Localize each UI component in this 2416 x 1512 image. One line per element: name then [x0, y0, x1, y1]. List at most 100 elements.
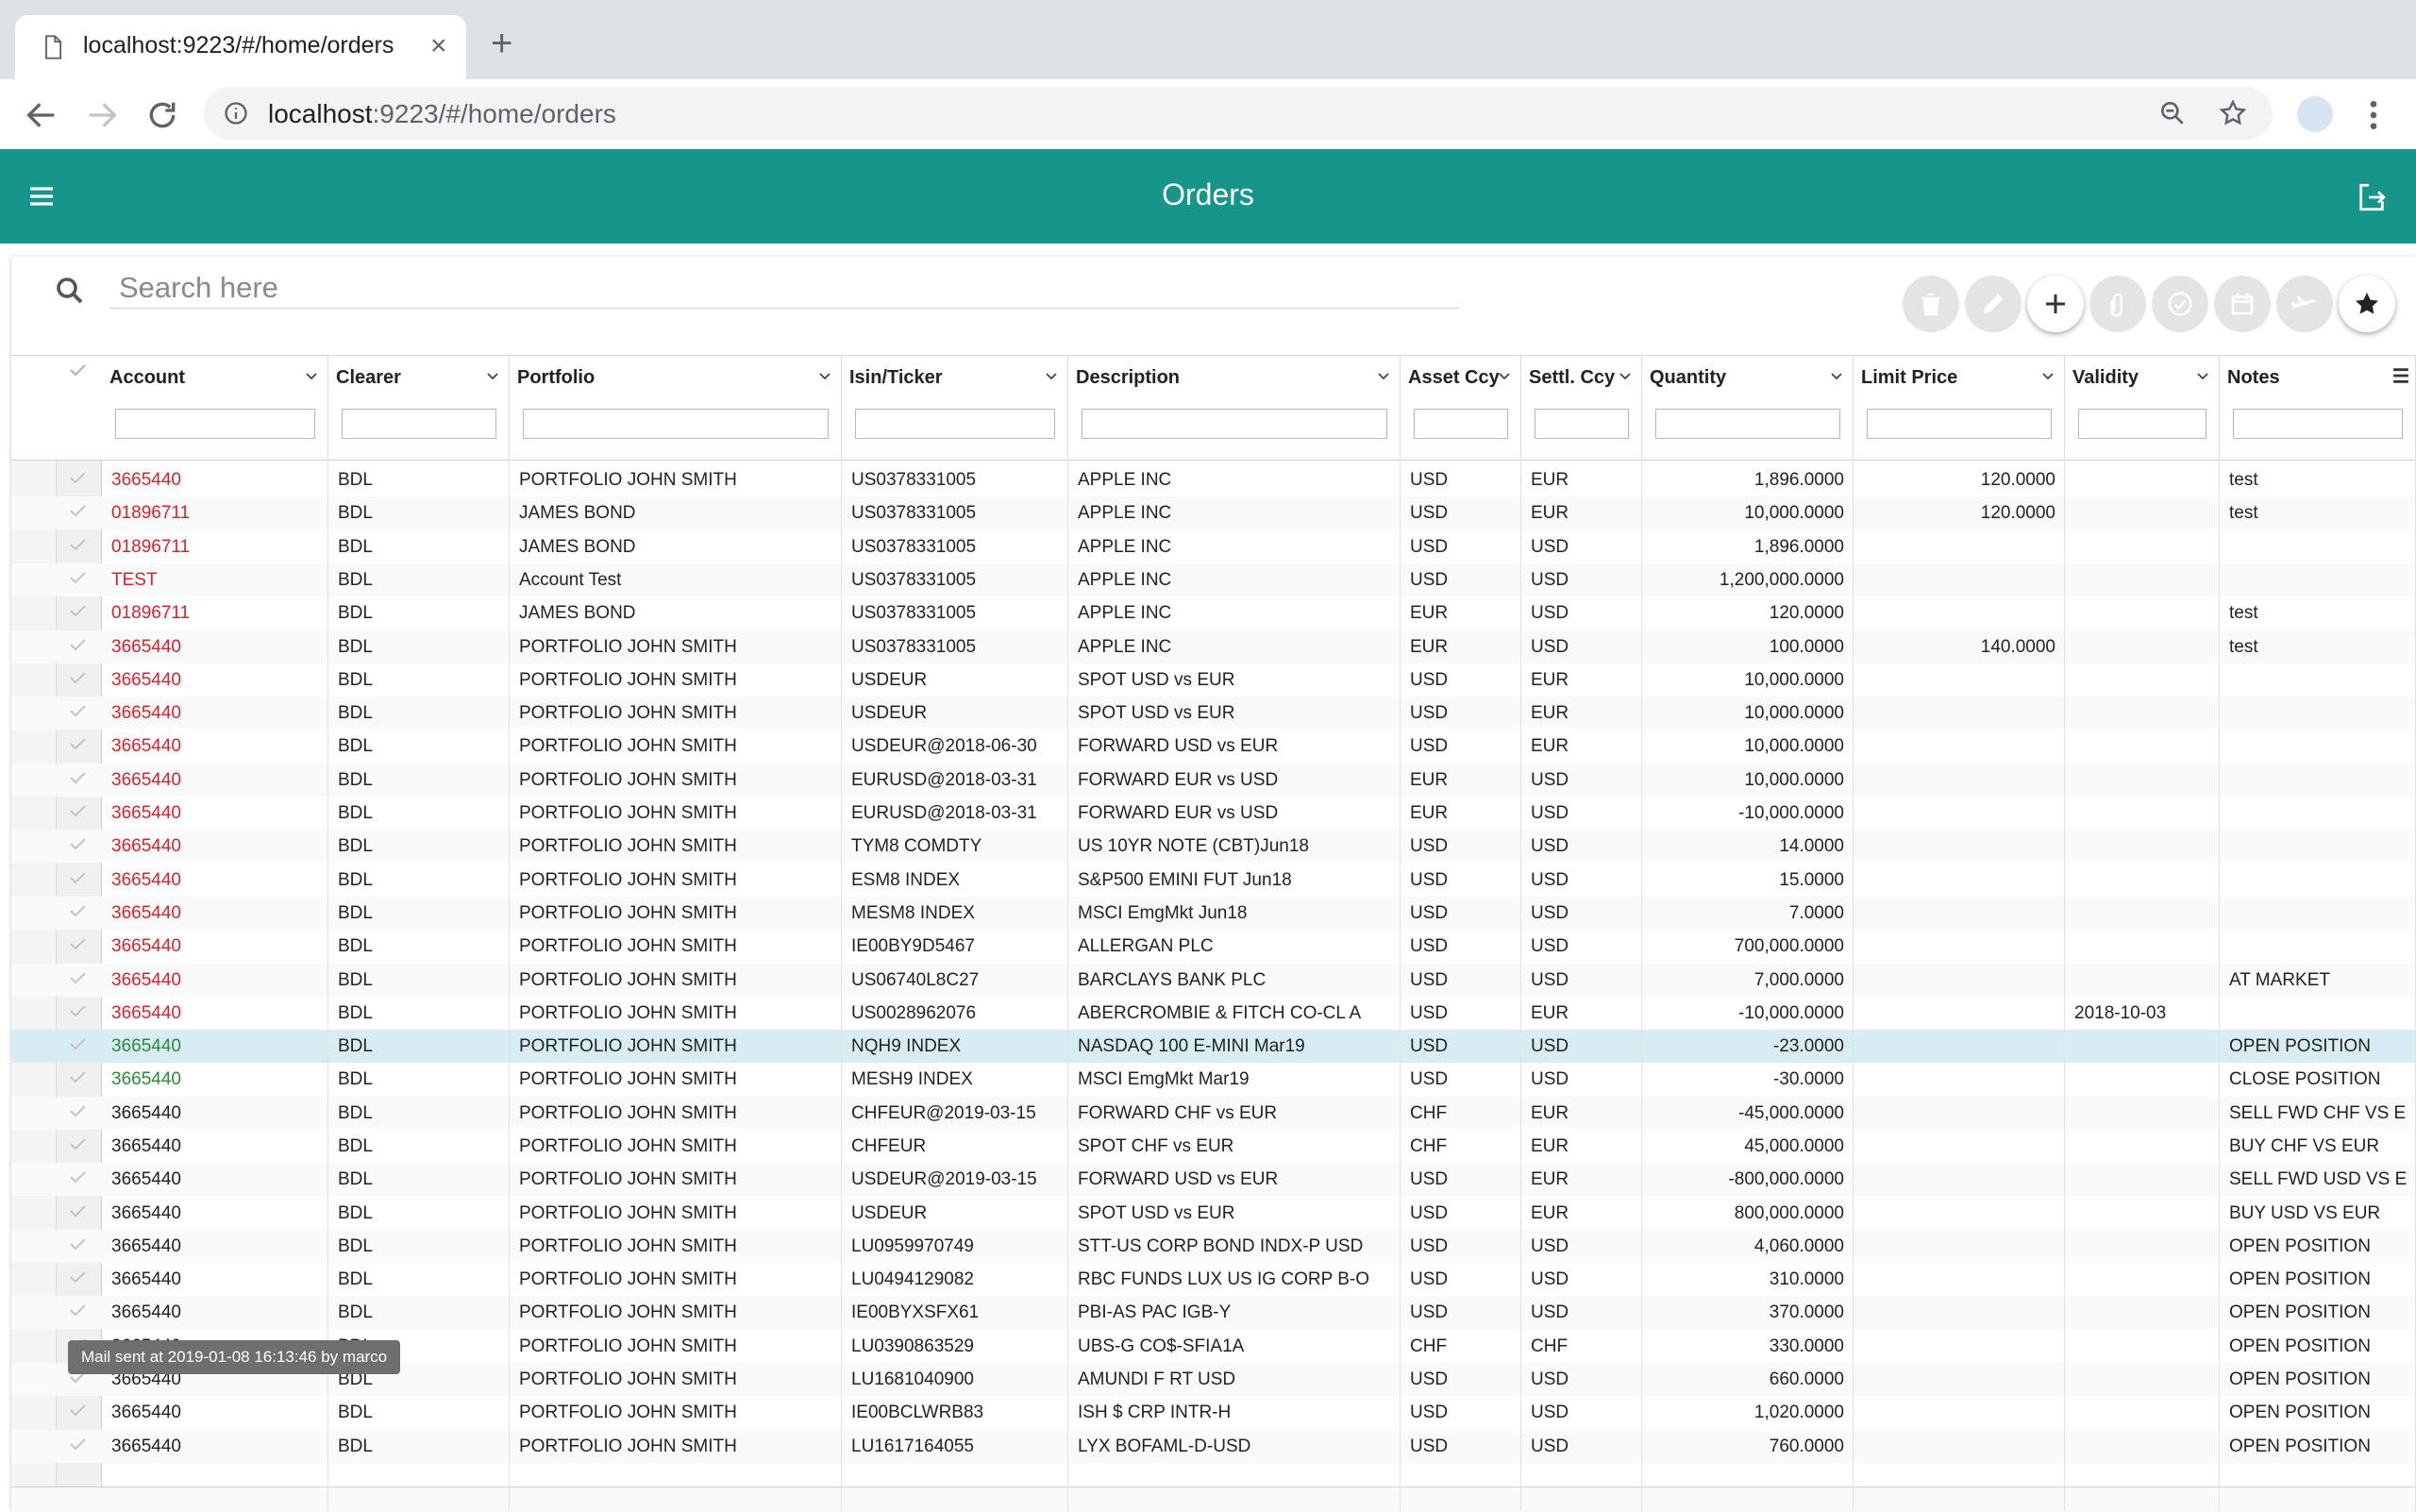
table-row[interactable]: 3665440 BDL PORTFOLIO JOHN SMITH TYM8 COMDT…: [11, 830, 2416, 863]
filter-input-portfolio[interactable]: [523, 409, 829, 439]
forward-arrow-icon[interactable]: [83, 96, 121, 134]
chevron-down-icon[interactable]: [1830, 369, 1843, 382]
row-check-icon[interactable]: [68, 704, 87, 717]
row-check-icon[interactable]: [68, 1403, 87, 1417]
new-tab-button[interactable]: +: [491, 25, 512, 62]
row-check-icon[interactable]: [68, 1037, 87, 1050]
favorites-button[interactable]: [2339, 276, 2395, 332]
table-row[interactable]: 3665440 BDL PORTFOLIO JOHN SMITH IE00BCLWRB…: [11, 1396, 2416, 1429]
chevron-down-icon[interactable]: [1619, 369, 1632, 382]
row-check-icon[interactable]: [68, 1070, 87, 1084]
column-header-description[interactable]: Description: [1068, 356, 1401, 460]
table-row[interactable]: 01896711 BDL JAMES BOND US0378331005 APPLE I…: [11, 496, 2416, 529]
send-button[interactable]: [2276, 276, 2333, 332]
filter-input-isin-ticker[interactable]: [855, 409, 1055, 439]
row-check-icon[interactable]: [68, 604, 87, 617]
kebab-menu-icon[interactable]: [2359, 96, 2388, 134]
columns-menu-icon[interactable]: [2391, 365, 2411, 386]
chevron-down-icon[interactable]: [818, 369, 831, 382]
chevron-down-icon[interactable]: [1377, 369, 1390, 382]
table-row[interactable]: 3665440 BDL PORTFOLIO JOHN SMITH CHFEUR@201…: [11, 1097, 2416, 1130]
filter-input-quantity[interactable]: [1655, 409, 1840, 439]
table-row[interactable]: 3665440 BDL PORTFOLIO JOHN SMITH LU04941290…: [11, 1263, 2416, 1296]
reload-icon[interactable]: [143, 96, 181, 134]
browser-tab[interactable]: localhost:9223/#/home/orders ×: [15, 15, 466, 79]
filter-input-asset-ccy[interactable]: [1414, 409, 1508, 439]
table-row[interactable]: 3665440 BDL PORTFOLIO JOHN SMITH US03783310…: [11, 630, 2416, 664]
row-check-icon[interactable]: [68, 804, 87, 817]
row-check-icon[interactable]: [68, 871, 87, 884]
row-check-icon[interactable]: [68, 1437, 87, 1451]
row-check-icon[interactable]: [68, 1204, 87, 1218]
table-row[interactable]: 3665440 BDL PORTFOLIO JOHN SMITH USDEUR SPOT…: [11, 664, 2416, 697]
column-header-portfolio[interactable]: Portfolio: [510, 356, 842, 460]
row-check-icon[interactable]: [68, 771, 87, 784]
row-check-icon[interactable]: [68, 471, 87, 484]
select-all-check-icon[interactable]: [68, 363, 87, 377]
table-row[interactable]: 3665440 BDL PORTFOLIO JOHN SMITH USDEUR SPOT…: [11, 1197, 2416, 1230]
column-header-validity[interactable]: Validity: [2065, 356, 2220, 460]
table-row[interactable]: 3665440 BDL PORTFOLIO JOHN SMITH USDEUR SPOT…: [11, 697, 2416, 730]
table-row[interactable]: TEST BDL Account Test US0378331005 APPLE INC…: [11, 563, 2416, 596]
attach-button[interactable]: [2089, 276, 2146, 332]
table-row[interactable]: 01896711 BDL JAMES BOND US0378331005 APPLE I…: [11, 530, 2416, 563]
row-check-icon[interactable]: [68, 904, 87, 917]
delete-button[interactable]: [1903, 276, 1959, 332]
approve-button[interactable]: [2152, 276, 2208, 332]
row-check-icon[interactable]: [68, 1270, 87, 1284]
column-header-asset-ccy[interactable]: Asset Ccy: [1401, 356, 1521, 460]
row-check-icon[interactable]: [68, 1303, 87, 1317]
chevron-down-icon[interactable]: [305, 369, 318, 382]
table-row[interactable]: 3665440 BDL PORTFOLIO JOHN SMITH LU16171640…: [11, 1430, 2416, 1463]
row-check-icon[interactable]: [68, 671, 87, 684]
column-header-isin-ticker[interactable]: Isin/Ticker: [842, 356, 1068, 460]
table-row[interactable]: 3665440 BDL PORTFOLIO JOHN SMITH EURUSD@201…: [11, 797, 2416, 830]
table-row[interactable]: 3665440 BDL PORTFOLIO JOHN SMITH US06740L8C…: [11, 964, 2416, 997]
column-header-quantity[interactable]: Quantity: [1642, 356, 1854, 460]
chevron-down-icon[interactable]: [2196, 369, 2209, 382]
chevron-down-icon[interactable]: [1498, 369, 1511, 382]
table-row[interactable]: 01896711 BDL JAMES BOND US0378331005 APPLE I…: [11, 596, 2416, 630]
row-check-icon[interactable]: [68, 937, 87, 950]
chevron-down-icon[interactable]: [1045, 369, 1058, 382]
column-header-limit-price[interactable]: Limit Price: [1854, 356, 2065, 460]
row-check-icon[interactable]: [68, 837, 87, 850]
search-input[interactable]: [109, 268, 1459, 309]
filter-input-clearer[interactable]: [342, 409, 496, 439]
row-check-icon[interactable]: [68, 1104, 87, 1117]
table-row[interactable]: 3665440 BDL PORTFOLIO JOHN SMITH USDEUR@201…: [11, 730, 2416, 763]
table-row[interactable]: 3665440 BDL PORTFOLIO JOHN SMITH US03783310…: [11, 463, 2416, 496]
filter-input-description[interactable]: [1082, 409, 1387, 439]
zoom-icon[interactable]: [2157, 98, 2188, 128]
table-row[interactable]: 3665440 BDL PORTFOLIO JOHN SMITH NQH9 INDEX…: [11, 1030, 2416, 1063]
column-header-account[interactable]: Account: [102, 356, 328, 460]
calendar-button[interactable]: [2214, 276, 2271, 332]
table-row[interactable]: 3665440 BDL PORTFOLIO JOHN SMITH US00289620…: [11, 997, 2416, 1030]
table-row[interactable]: 3665440 BDL PORTFOLIO JOHN SMITH LU09599707…: [11, 1230, 2416, 1263]
profile-icon[interactable]: [2297, 96, 2333, 132]
address-bar[interactable]: localhost:9223/#/home/orders: [204, 87, 2273, 140]
row-check-icon[interactable]: [68, 1170, 87, 1184]
row-check-icon[interactable]: [68, 737, 87, 750]
column-header-settl-ccy[interactable]: Settl. Ccy: [1521, 356, 1642, 460]
star-icon[interactable]: [2218, 98, 2248, 128]
table-row[interactable]: 3665440 BDL PORTFOLIO JOHN SMITH EURUSD@201…: [11, 764, 2416, 797]
table-row[interactable]: 3665440 BDL PORTFOLIO JOHN SMITH ESM8 INDEX…: [11, 864, 2416, 897]
table-row[interactable]: 3665440 BDL PORTFOLIO JOHN SMITH USDEUR@201…: [11, 1163, 2416, 1196]
add-order-button[interactable]: [2027, 276, 2084, 332]
row-check-icon[interactable]: [68, 504, 87, 517]
filter-input-account[interactable]: [115, 409, 315, 439]
row-check-icon[interactable]: [68, 638, 87, 651]
column-header-clearer[interactable]: Clearer: [328, 356, 510, 460]
chevron-down-icon[interactable]: [2041, 369, 2055, 382]
filter-input-settl-ccy[interactable]: [1535, 409, 1629, 439]
table-row[interactable]: 3665440 BDL PORTFOLIO JOHN SMITH IE00BY9D54…: [11, 930, 2416, 963]
table-row[interactable]: 3665440 BDL PORTFOLIO JOHN SMITH IE00BYXSFX…: [11, 1296, 2416, 1329]
info-icon[interactable]: [223, 100, 249, 126]
row-check-icon[interactable]: [68, 538, 87, 551]
chevron-down-icon[interactable]: [486, 369, 499, 382]
edit-button[interactable]: [1965, 276, 2022, 332]
row-check-icon[interactable]: [68, 1237, 87, 1251]
close-icon[interactable]: ×: [430, 32, 447, 60]
table-row[interactable]: 3665440 BDL PORTFOLIO JOHN SMITH CHFEUR SPOT…: [11, 1130, 2416, 1163]
